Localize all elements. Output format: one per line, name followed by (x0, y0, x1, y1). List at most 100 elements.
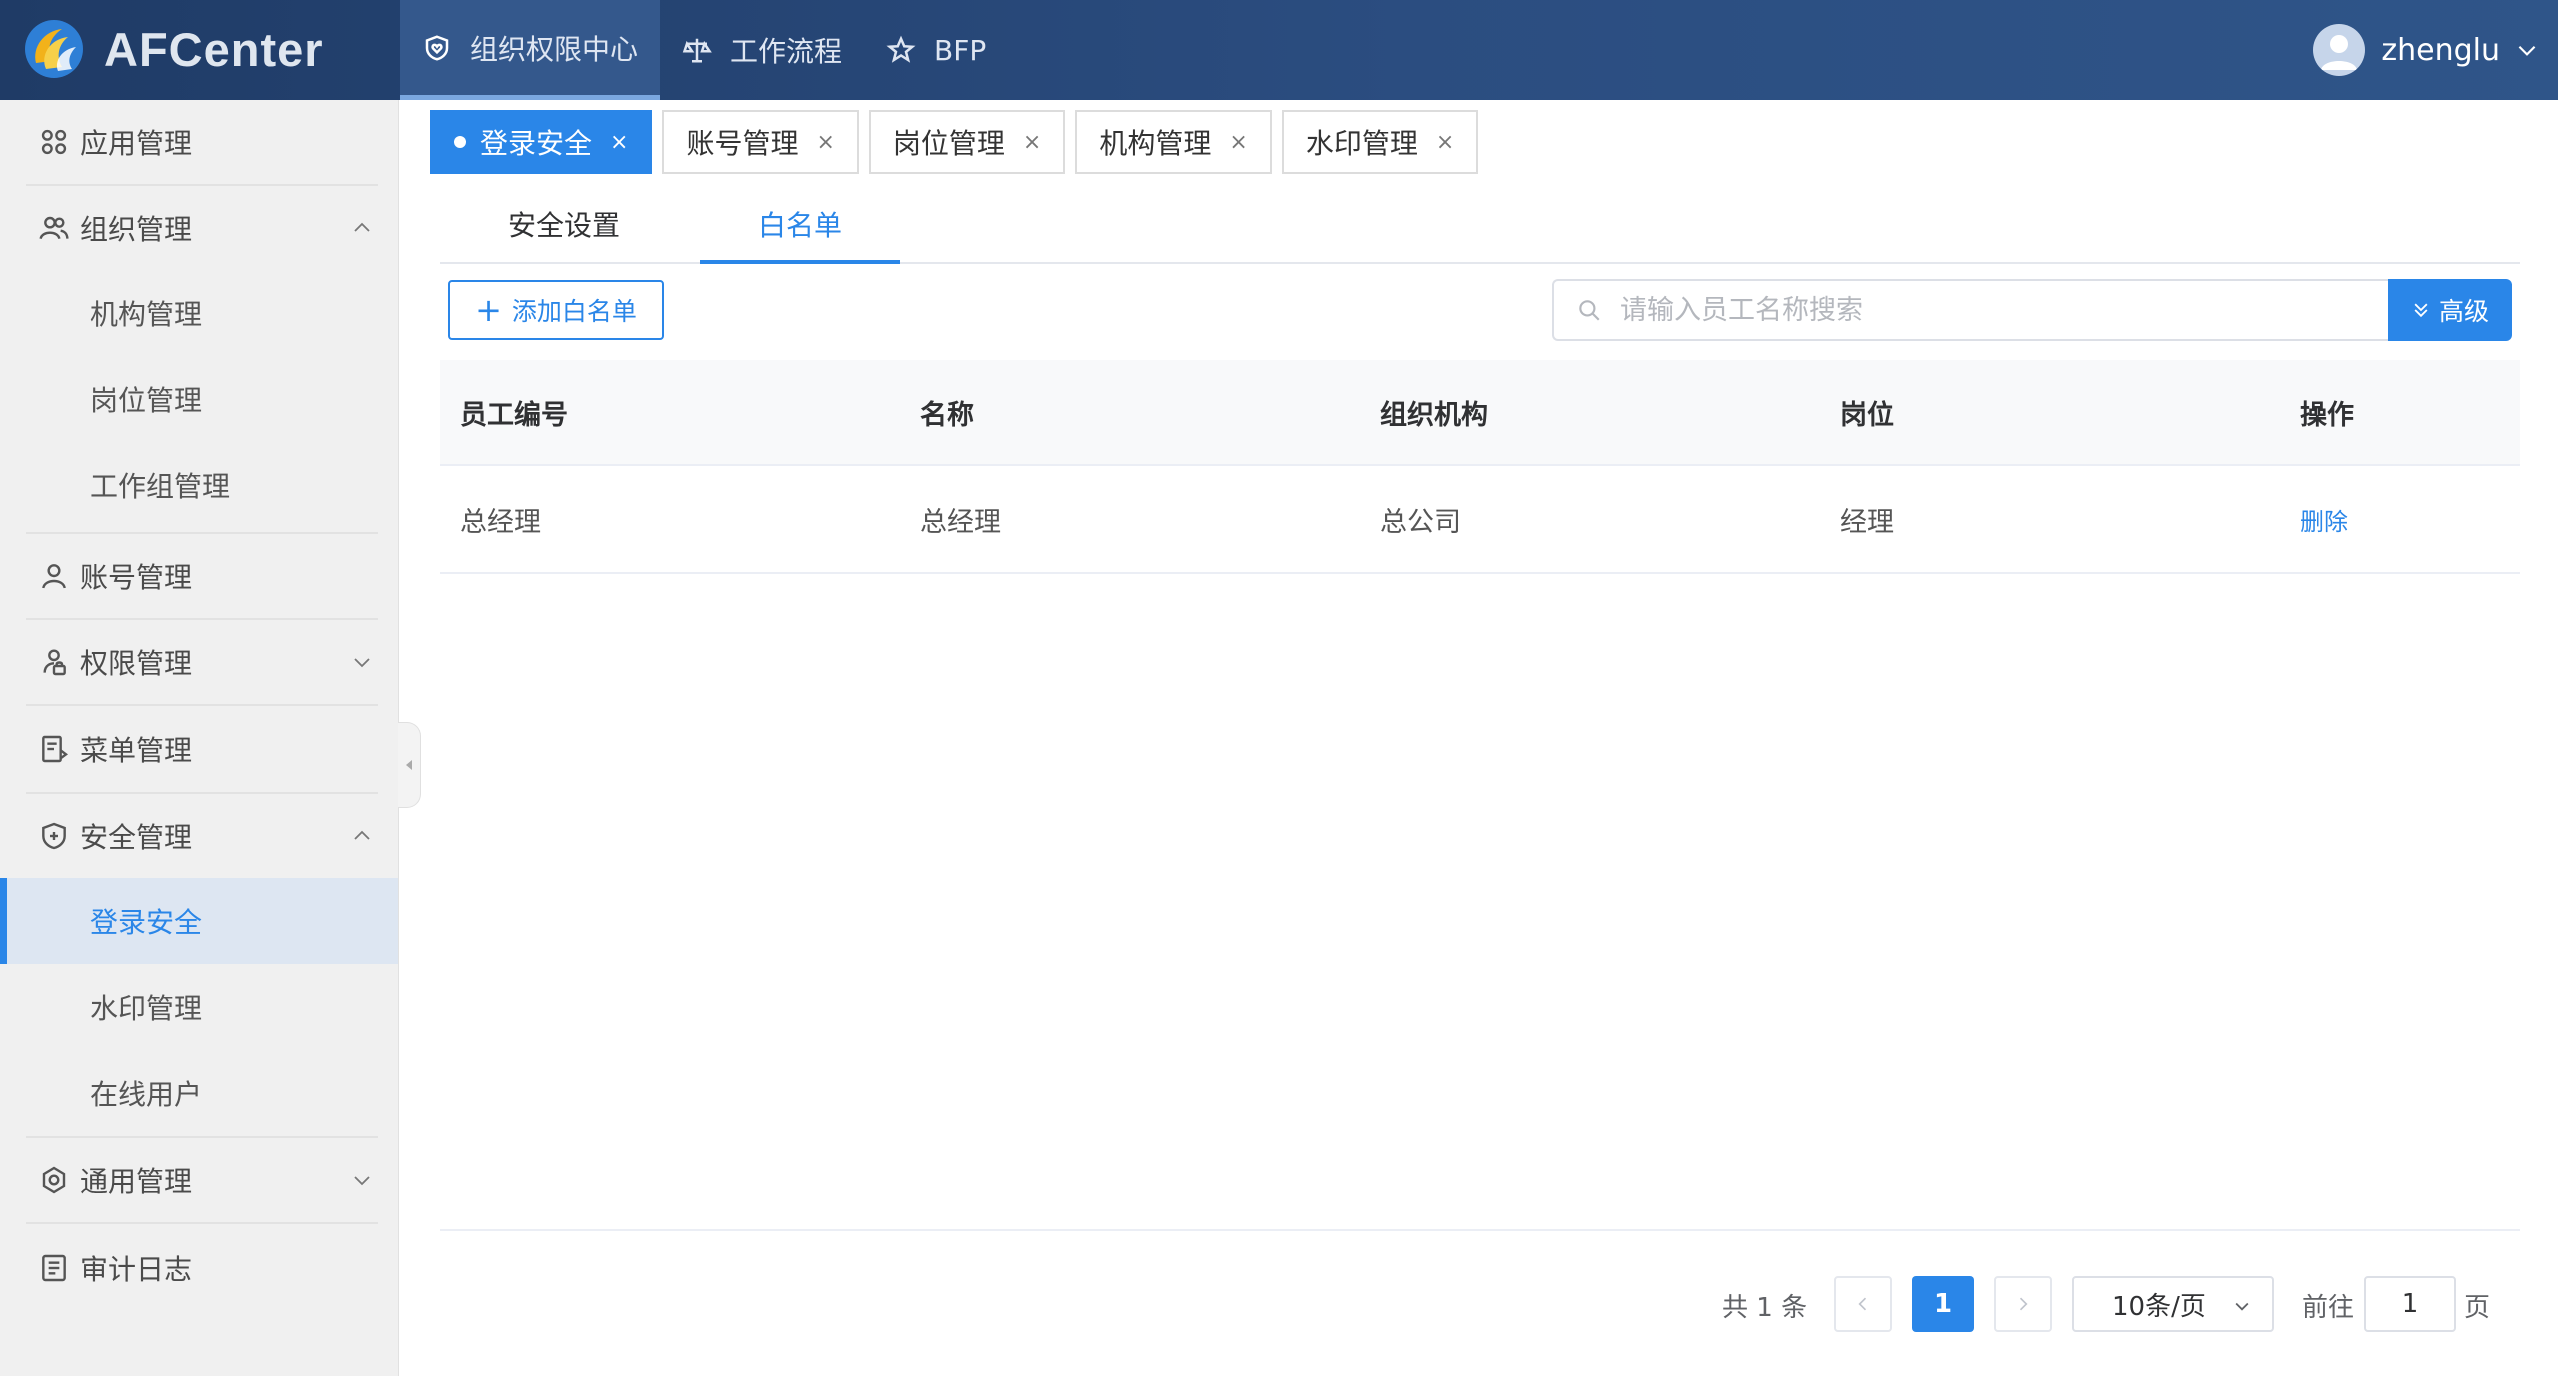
content-tabs: 安全设置 白名单 (440, 186, 2520, 264)
user-menu[interactable]: zhenglu (2313, 0, 2540, 100)
avatar (2313, 24, 2366, 76)
double-chevron-down-icon (2414, 303, 2428, 318)
next-page-button[interactable] (1994, 1276, 2052, 1332)
sidebar-item-label: 岗位管理 (90, 384, 203, 417)
sidebar-item-label: 机构管理 (90, 298, 203, 331)
close-icon[interactable]: × (1436, 130, 1454, 155)
active-dot (454, 136, 466, 148)
settings-icon (42, 1166, 66, 1194)
tab-security-settings[interactable]: 安全设置 (484, 186, 644, 262)
delete-link[interactable]: 删除 (2300, 502, 2348, 537)
prev-page-button[interactable] (1834, 1276, 1892, 1332)
sidebar-item-permission-management[interactable]: 权限管理 (0, 620, 398, 704)
sidebar-item-label: 应用管理 (80, 127, 193, 160)
logo-text: AFCenter (104, 22, 324, 76)
sidebar-item-label: 在线用户 (90, 1078, 203, 1111)
nav-label: 工作流程 (730, 35, 843, 68)
sidebar-item-label: 水印管理 (90, 992, 203, 1025)
chevron-down-icon (2518, 45, 2536, 56)
cell-position: 经理 (1840, 506, 1894, 538)
sidebar-item-login-security[interactable]: 登录安全 (0, 878, 398, 964)
pagination-total: 共 1 条 (1722, 1292, 1808, 1323)
nav-org-permission-center[interactable]: 组织权限中心 (400, 0, 661, 100)
tag-position-management[interactable]: 岗位管理 × (868, 110, 1066, 174)
tag-account-management[interactable]: 账号管理 × (662, 110, 859, 174)
tag-institution-management[interactable]: 机构管理 × (1075, 110, 1272, 174)
cell-actions: 删除 (2300, 466, 2348, 572)
user-avatar-icon (2321, 35, 2358, 70)
open-tabs-bar: 登录安全 × 账号管理 × 岗位管理 × 机构管理 × 水印管理 × (430, 110, 1488, 174)
goto-page-input[interactable] (2364, 1276, 2456, 1332)
column-header-position: 岗位 (1840, 399, 1894, 431)
sidebar-item-org-management[interactable]: 组织管理 (0, 186, 398, 270)
plus-icon: + (475, 291, 502, 329)
app-logo[interactable]: AFCenter (22, 14, 324, 84)
tab-label: 安全设置 (507, 209, 620, 242)
nav-label: 组织权限中心 (470, 32, 639, 66)
sidebar-item-online-users[interactable]: 在线用户 (0, 1050, 398, 1136)
tag-login-security[interactable]: 登录安全 × (430, 110, 653, 174)
sidebar-item-security-management[interactable]: 安全管理 (0, 794, 398, 878)
username: zhenglu (2381, 32, 2500, 68)
tag-label: 机构管理 (1099, 127, 1212, 160)
grid-apps-icon (41, 129, 67, 155)
tag-watermark-management[interactable]: 水印管理 × (1281, 110, 1479, 174)
sidebar-item-watermark-management[interactable]: 水印管理 (0, 964, 398, 1050)
nav-label: BFP (934, 33, 987, 67)
cell-organization: 总公司 (1380, 506, 1461, 538)
chevron-down-icon (354, 1176, 370, 1186)
sidebar-item-account-management[interactable]: 账号管理 (0, 534, 398, 618)
sidebar-item-general-management[interactable]: 通用管理 (0, 1138, 398, 1222)
sidebar-item-label: 工作组管理 (90, 470, 231, 503)
tag-label: 岗位管理 (892, 127, 1005, 160)
menu-doc-icon (42, 735, 68, 763)
sidebar-item-institution-management[interactable]: 机构管理 (0, 270, 398, 356)
cell-name: 总经理 (920, 506, 1001, 538)
sidebar-item-menu-management[interactable]: 菜单管理 (0, 706, 398, 792)
tag-label: 水印管理 (1305, 127, 1418, 160)
search-box (1552, 279, 2388, 341)
close-icon[interactable]: × (610, 130, 628, 155)
chevron-down-icon (354, 658, 370, 668)
chevron-right-icon (2019, 1297, 2028, 1311)
tab-whitelist[interactable]: 白名单 (700, 186, 900, 264)
user-lock-icon (43, 649, 66, 676)
chevron-down-icon (2235, 1302, 2249, 1311)
page-size-value: 10条/页 (2112, 1291, 2206, 1322)
sidebar-item-label: 安全管理 (80, 821, 193, 854)
nav-bfp[interactable]: BFP (864, 0, 1008, 100)
sidebar-item-workgroup-management[interactable]: 工作组管理 (0, 442, 398, 528)
close-icon[interactable]: × (1023, 130, 1041, 155)
page-number-button[interactable]: 1 (1912, 1276, 1974, 1332)
sidebar-collapse-toggle[interactable] (398, 722, 421, 808)
pagination: 共 1 条 1 10条/页 前往 页 (0, 1276, 2558, 1334)
top-nav: 组织权限中心 工作流程 BFP (400, 0, 1008, 100)
shield-heart-icon (425, 34, 449, 61)
sidebar-item-label: 菜单管理 (80, 734, 193, 767)
button-label: 添加白名单 (511, 297, 637, 326)
close-icon[interactable]: × (816, 130, 834, 155)
close-icon[interactable]: × (1229, 130, 1247, 155)
tag-label: 账号管理 (686, 127, 799, 160)
sidebar-item-app-management[interactable]: 应用管理 (0, 100, 398, 184)
advanced-search-button[interactable]: 高级 (2388, 279, 2512, 341)
sidebar-item-label: 账号管理 (80, 561, 193, 594)
goto-label: 前往 (2302, 1292, 2355, 1323)
user-icon (42, 564, 66, 589)
whitelist-table: 员工编号 名称 组织机构 岗位 操作 总经理 总经理 总公司 经理 删除 (440, 360, 2520, 574)
chevron-up-icon (354, 222, 370, 232)
column-header-actions: 操作 (2300, 399, 2354, 431)
nav-workflow[interactable]: 工作流程 (660, 0, 864, 100)
tag-label: 登录安全 (480, 127, 593, 160)
star-icon (886, 35, 916, 63)
cell-employee-id: 总经理 (460, 506, 541, 538)
add-whitelist-button[interactable]: + 添加白名单 (448, 280, 664, 340)
page-size-select[interactable]: 10条/页 (2072, 1276, 2274, 1332)
column-header-organization: 组织机构 (1380, 399, 1488, 431)
shield-plus-icon (42, 822, 66, 850)
chevron-left-icon (1858, 1297, 1867, 1311)
sidebar-item-position-management[interactable]: 岗位管理 (0, 356, 398, 442)
sidebar-item-label: 权限管理 (80, 647, 193, 680)
search-input[interactable] (1618, 293, 2382, 327)
table-header: 员工编号 名称 组织机构 岗位 操作 (440, 360, 2520, 466)
